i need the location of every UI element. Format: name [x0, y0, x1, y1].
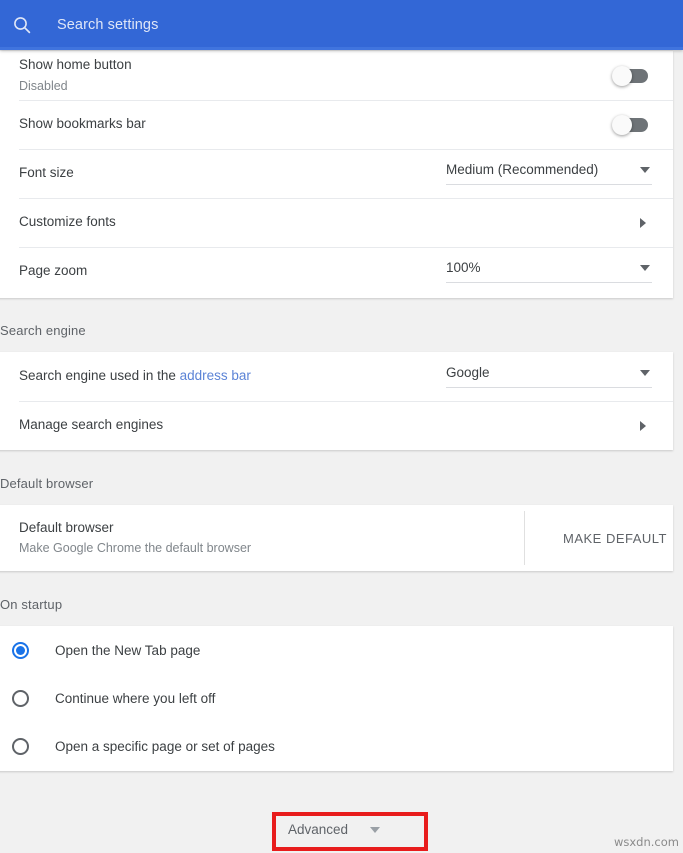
page-zoom-select[interactable]: 100% [446, 260, 652, 283]
customize-fonts-label: Customize fonts [19, 213, 640, 231]
show-bookmarks-bar-label: Show bookmarks bar [19, 115, 614, 133]
row-page-zoom[interactable]: Page zoom 100% [0, 247, 673, 296]
chevron-down-icon [640, 370, 650, 376]
address-bar-link[interactable]: address bar [180, 368, 251, 383]
row-default-browser: Default browser Make Google Chrome the d… [0, 505, 673, 571]
default-browser-label: Default browser [19, 519, 524, 537]
page-zoom-value: 100% [446, 260, 481, 275]
show-home-button-label-group: Show home button Disabled [19, 56, 614, 94]
chevron-down-icon [640, 167, 650, 173]
watermark: wsxdn.com [614, 835, 679, 849]
search-engine-card: Search engine used in the address bar Go… [0, 352, 673, 450]
toggle-knob [612, 115, 632, 135]
radio-continue-where-left-off[interactable] [12, 690, 29, 707]
chevron-right-icon [640, 421, 646, 431]
search-icon [12, 15, 32, 35]
chevron-right-icon [640, 218, 646, 228]
show-home-button-sublabel: Disabled [19, 78, 614, 95]
radio-specific-pages[interactable] [12, 738, 29, 755]
on-startup-card: Open the New Tab page Continue where you… [0, 626, 673, 771]
radio-label-continue-where-left-off: Continue where you left off [55, 691, 215, 706]
font-size-select[interactable]: Medium (Recommended) [446, 162, 652, 185]
row-show-home-button[interactable]: Show home button Disabled [0, 51, 673, 100]
default-browser-label-group: Default browser Make Google Chrome the d… [19, 519, 524, 557]
section-heading-on-startup: On startup [0, 597, 62, 612]
row-manage-search-engines[interactable]: Manage search engines [0, 401, 673, 450]
chevron-down-icon [640, 265, 650, 271]
search-engine-select[interactable]: Google [446, 365, 652, 388]
toggle-knob [612, 66, 632, 86]
advanced-label: Advanced [288, 822, 348, 837]
appearance-settings-card: Show home button Disabled Show bookmarks… [0, 51, 673, 298]
page-zoom-label: Page zoom [19, 262, 446, 280]
show-home-button-label: Show home button [19, 56, 614, 74]
search-engine-used-label: Search engine used in the address bar [19, 367, 446, 385]
section-heading-search-engine: Search engine [0, 323, 86, 338]
row-font-size[interactable]: Font size Medium (Recommended) [0, 149, 673, 198]
radio-row-specific-pages[interactable]: Open a specific page or set of pages [0, 722, 673, 770]
font-size-value: Medium (Recommended) [446, 162, 598, 177]
radio-row-new-tab-page[interactable]: Open the New Tab page [0, 626, 673, 674]
settings-search-bar[interactable]: Search settings [0, 0, 683, 50]
manage-search-engines-label: Manage search engines [19, 416, 640, 434]
font-size-label: Font size [19, 164, 446, 182]
show-bookmarks-bar-toggle[interactable] [614, 118, 648, 132]
row-customize-fonts[interactable]: Customize fonts [0, 198, 673, 247]
search-engine-used-label-prefix: Search engine used in the [19, 368, 180, 383]
search-engine-value: Google [446, 365, 490, 380]
advanced-expand-button[interactable]: Advanced [288, 822, 380, 837]
radio-row-continue-where-left-off[interactable]: Continue where you left off [0, 674, 673, 722]
radio-new-tab-page[interactable] [12, 642, 29, 659]
radio-label-specific-pages: Open a specific page or set of pages [55, 739, 275, 754]
chevron-down-icon [370, 827, 380, 833]
default-browser-card: Default browser Make Google Chrome the d… [0, 505, 673, 571]
row-show-bookmarks-bar[interactable]: Show bookmarks bar [0, 100, 673, 149]
section-heading-default-browser: Default browser [0, 476, 93, 491]
radio-label-new-tab-page: Open the New Tab page [55, 643, 200, 658]
make-default-button[interactable]: MAKE DEFAULT [524, 511, 673, 565]
row-search-engine-used[interactable]: Search engine used in the address bar Go… [0, 352, 673, 401]
search-input-placeholder[interactable]: Search settings [57, 17, 158, 33]
default-browser-sublabel: Make Google Chrome the default browser [19, 540, 524, 557]
show-home-button-toggle[interactable] [614, 69, 648, 83]
